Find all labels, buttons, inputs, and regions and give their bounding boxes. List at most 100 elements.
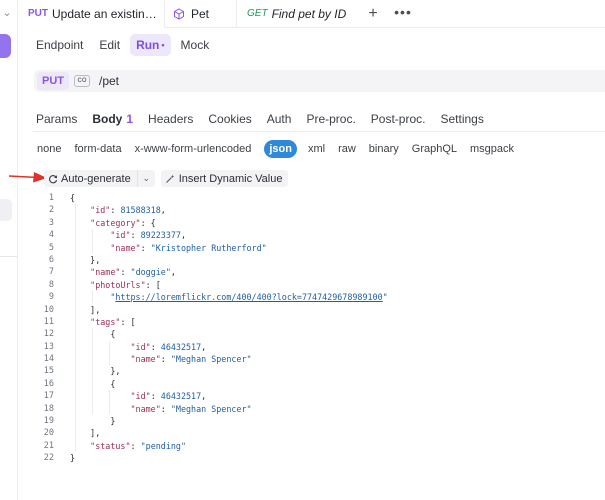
code-token: : [ <box>145 279 161 290</box>
body-type-urlencoded[interactable]: x-www-form-urlencoded <box>135 140 252 158</box>
mode-mock[interactable]: Mock <box>175 34 216 56</box>
code-token: : <box>160 403 171 414</box>
tab-body-label: Body <box>92 112 123 126</box>
code-line: "name": "Meghan Spencer" <box>70 403 388 415</box>
code-token: "id" <box>90 205 111 216</box>
code-token: "Kristopher Rutherford" <box>150 242 267 253</box>
co-badge: CO <box>74 75 90 87</box>
code-token: 89223377 <box>140 230 181 241</box>
code-token: : <box>130 440 141 451</box>
code-token: "tags" <box>90 316 121 327</box>
tab-auth[interactable]: Auth <box>267 112 292 126</box>
auto-generate-button[interactable]: Auto-generate <box>44 170 137 187</box>
body-type-graphql[interactable]: GraphQL <box>412 140 457 158</box>
line-number: 18 <box>43 403 54 414</box>
code-token: : <box>110 205 121 216</box>
mode-run-label: Run <box>136 38 160 52</box>
code-content: { "id": 81588318, "category": { "id": 89… <box>70 192 388 465</box>
tab-headers[interactable]: Headers <box>148 112 193 126</box>
code-token: { <box>70 329 116 340</box>
insert-dynamic-value-button[interactable]: Insert Dynamic Value <box>160 170 289 187</box>
mode-run-dot: • <box>161 40 165 50</box>
code-token: "name" <box>90 267 121 278</box>
code-token: " <box>382 292 388 303</box>
code-token: { <box>70 378 116 389</box>
code-line: "id": 46432517, <box>70 390 388 402</box>
line-number: 2 <box>48 205 54 216</box>
chevron-down-icon[interactable]: ⌄ <box>136 170 155 187</box>
code-token: }, <box>70 254 101 265</box>
sidebar-selected-item[interactable] <box>0 199 12 221</box>
tab-method-get: GET <box>247 8 268 19</box>
body-type-none[interactable]: none <box>37 140 61 158</box>
code-line: }, <box>70 254 388 266</box>
left-rail: ⌄ <box>0 0 18 500</box>
wand-icon <box>165 174 174 183</box>
auto-generate-split-button: Auto-generate ⌄ <box>44 170 155 187</box>
code-token: 81588318 <box>120 205 161 216</box>
insert-dynamic-value-label: Insert Dynamic Value <box>178 172 283 185</box>
mode-edit[interactable]: Edit <box>93 34 126 56</box>
line-number: 16 <box>43 378 54 389</box>
line-number: 12 <box>43 329 54 340</box>
code-line: { <box>70 328 388 340</box>
code-line: "status": "pending" <box>70 440 388 452</box>
auto-generate-label: Auto-generate <box>61 172 131 185</box>
tab-find-pet[interactable]: GET Find pet by ID <box>236 0 358 28</box>
body-type-msgpack[interactable]: msgpack <box>470 140 514 158</box>
tab-post-processors[interactable]: Post-proc. <box>371 112 426 126</box>
tab-label: Pet <box>191 6 210 21</box>
json-body-editor[interactable]: 1 2 3 4 5 6 7 8 9 10 11 12 13 14 15 16 17 18 19 20 21 22 { "i… <box>34 192 605 500</box>
code-token: https://loremflickr.com/400/400?lock=774… <box>115 292 383 303</box>
code-token: : <box>130 230 141 241</box>
body-type-raw[interactable]: raw <box>338 140 356 158</box>
code-line: "name": "Meghan Spencer" <box>70 353 388 365</box>
tab-cookies[interactable]: Cookies <box>208 112 251 126</box>
code-token: "category" <box>90 217 141 228</box>
code-token: "name" <box>110 242 141 253</box>
tab-pre-processors[interactable]: Pre-proc. <box>306 112 355 126</box>
tab-pet-schema[interactable]: Pet <box>164 0 236 28</box>
body-type-xml[interactable]: xml <box>308 140 325 158</box>
tab-update-pet[interactable]: PUT Update an existin… <box>18 0 164 28</box>
tab-body[interactable]: Body 1 <box>92 112 133 126</box>
line-number: 17 <box>43 391 54 402</box>
body-type-form-data[interactable]: form-data <box>74 140 121 158</box>
chevron-down-icon[interactable]: ⌄ <box>0 6 14 20</box>
code-line: ], <box>70 427 388 439</box>
mode-endpoint[interactable]: Endpoint <box>30 34 89 56</box>
body-type-binary[interactable]: binary <box>369 140 399 158</box>
line-number: 7 <box>48 267 54 278</box>
more-tabs-icon[interactable]: ••• <box>388 0 418 28</box>
line-number: 14 <box>43 354 54 365</box>
code-token: "name" <box>130 354 161 365</box>
code-token: "doggie" <box>130 267 171 278</box>
new-item-button[interactable] <box>0 34 11 58</box>
code-token: "Meghan Spencer" <box>170 354 252 365</box>
url-path-input[interactable]: /pet <box>99 74 119 88</box>
body-type-json[interactable]: json <box>264 140 297 158</box>
mode-tabs: Endpoint Edit Run • Mock <box>30 34 215 56</box>
tab-params[interactable]: Params <box>36 112 77 126</box>
line-number: 19 <box>43 416 54 427</box>
add-tab-button[interactable]: + <box>358 0 388 28</box>
cube-icon <box>174 7 184 20</box>
code-token: : <box>140 242 151 253</box>
url-bar[interactable]: PUT CO /pet <box>34 70 605 92</box>
code-token: : <box>160 354 171 365</box>
mode-run[interactable]: Run • <box>130 34 171 56</box>
line-number: 22 <box>43 453 54 464</box>
tab-settings[interactable]: Settings <box>440 112 483 126</box>
http-method-select[interactable]: PUT <box>37 72 69 90</box>
code-token: , <box>201 391 207 402</box>
tab-method-put: PUT <box>28 8 48 19</box>
tab-body-count: 1 <box>126 112 134 126</box>
